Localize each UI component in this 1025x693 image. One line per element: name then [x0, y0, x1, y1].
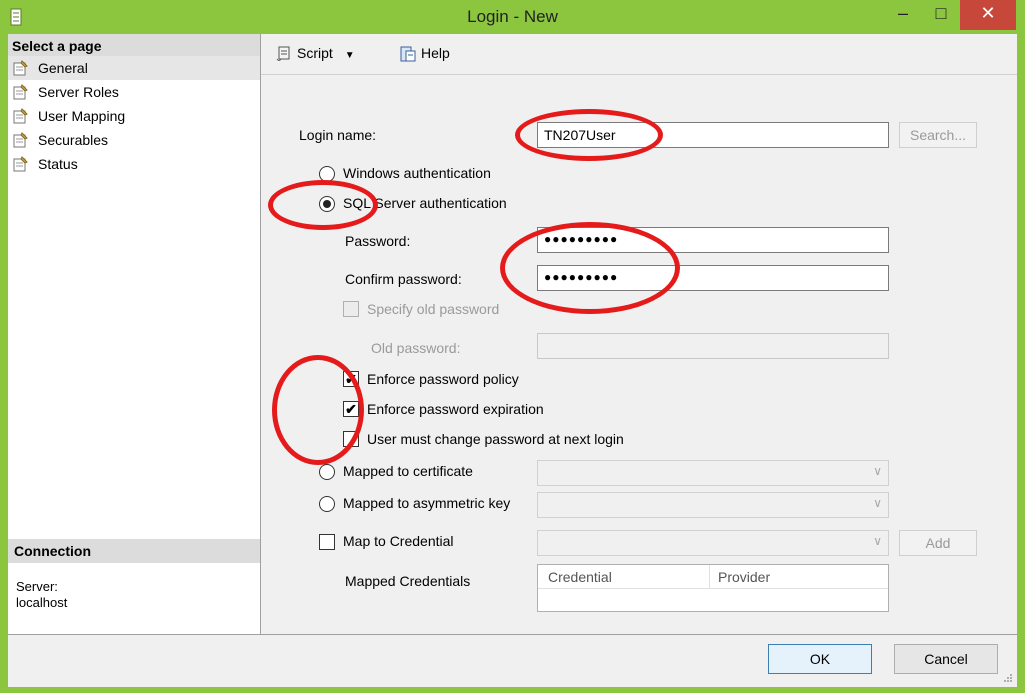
windows-auth-label: Windows authentication: [343, 165, 491, 181]
login-name-label: Login name:: [299, 127, 377, 143]
mapped-credentials-grid[interactable]: Credential Provider: [537, 564, 889, 612]
map-credential-checkbox[interactable]: [319, 534, 335, 550]
old-password-input[interactable]: [537, 333, 889, 359]
enforce-expiration-label: Enforce password expiration: [367, 401, 544, 417]
must-change-checkbox[interactable]: [343, 431, 359, 447]
page-wrench-icon: [13, 60, 28, 76]
chevron-down-icon: ∨: [873, 534, 882, 548]
mapped-asym-label: Mapped to asymmetric key: [343, 495, 511, 511]
chevron-down-icon: ∨: [873, 496, 882, 510]
grid-column-credential[interactable]: Credential: [538, 565, 710, 589]
toolbar: Script ▼ Help: [261, 34, 1017, 75]
page-list: General Server Roles User Mapping Securable…: [8, 56, 260, 176]
minimize-icon: –: [897, 3, 908, 23]
page-item-securables[interactable]: Securables: [8, 128, 260, 152]
mapped-asym-radio[interactable]: [319, 496, 335, 512]
page-item-general[interactable]: General: [8, 56, 260, 80]
sql-auth-radio[interactable]: [319, 196, 335, 212]
connection-header: Connection: [8, 539, 260, 563]
map-credential-label: Map to Credential: [343, 533, 454, 549]
select-page-header: Select a page: [8, 34, 260, 56]
sql-auth-label: SQL Server authentication: [343, 195, 507, 211]
radio-selected-dot: [323, 200, 331, 208]
page-item-user-mapping[interactable]: User Mapping: [8, 104, 260, 128]
add-credential-button[interactable]: Add: [899, 530, 977, 556]
credential-select[interactable]: ∨: [537, 530, 889, 556]
script-icon: [276, 46, 290, 62]
page-wrench-icon: [13, 132, 28, 148]
enforce-expiration-checkbox[interactable]: ✔: [343, 401, 359, 417]
page-item-label: General: [38, 60, 88, 76]
page-selector-pane: Select a page General Server Roles User Ma…: [8, 34, 261, 634]
page-wrench-icon: [13, 84, 28, 100]
help-icon: [400, 46, 416, 62]
cancel-button[interactable]: Cancel: [894, 644, 998, 674]
confirm-password-label: Confirm password:: [345, 271, 462, 287]
dialog-footer: OK Cancel: [8, 634, 1017, 687]
maximize-button[interactable]: □: [922, 0, 960, 30]
close-button[interactable]: ✕: [960, 0, 1016, 30]
script-dropdown-icon[interactable]: ▼: [345, 50, 355, 61]
page-item-label: Status: [38, 156, 78, 172]
password-label: Password:: [345, 233, 411, 249]
specify-old-password-checkbox[interactable]: [343, 301, 359, 317]
minimize-button[interactable]: –: [884, 0, 922, 30]
page-item-label: Server Roles: [38, 84, 119, 100]
help-button[interactable]: Help: [399, 42, 450, 64]
enforce-policy-checkbox[interactable]: ✔: [343, 371, 359, 387]
certificate-select[interactable]: ∨: [537, 460, 889, 486]
password-input[interactable]: ●●●●●●●●●: [537, 227, 889, 253]
page-wrench-icon: [13, 108, 28, 124]
must-change-label: User must change password at next login: [367, 431, 624, 447]
dialog-client: Select a page General Server Roles User Ma…: [8, 34, 1017, 687]
confirm-password-input[interactable]: ●●●●●●●●●: [537, 265, 889, 291]
ok-button[interactable]: OK: [768, 644, 872, 674]
mapped-cert-label: Mapped to certificate: [343, 463, 473, 479]
windows-auth-radio[interactable]: [319, 166, 335, 182]
old-password-label: Old password:: [371, 340, 461, 356]
page-item-label: Securables: [38, 132, 109, 148]
server-label: Server:: [16, 579, 58, 594]
connection-info: Server: localhost: [8, 569, 67, 611]
grid-column-provider[interactable]: Provider: [710, 565, 888, 589]
asymmetric-key-select[interactable]: ∨: [537, 492, 889, 518]
page-item-status[interactable]: Status: [8, 152, 260, 176]
title-bar[interactable]: Login - New – □ ✕: [0, 0, 1025, 34]
mapped-credentials-label: Mapped Credentials: [345, 573, 471, 589]
chevron-down-icon: ∨: [873, 464, 882, 478]
help-label: Help: [421, 45, 450, 61]
enforce-policy-label: Enforce password policy: [367, 371, 519, 387]
maximize-icon: □: [935, 3, 947, 23]
login-name-input[interactable]: TN207User: [537, 122, 889, 148]
server-value: localhost: [16, 595, 68, 610]
general-page-form: Login name: TN207User Search... Windows …: [261, 75, 1017, 634]
script-button[interactable]: Script ▼: [275, 42, 355, 64]
search-button[interactable]: Search...: [899, 122, 977, 148]
page-wrench-icon: [13, 156, 28, 172]
mapped-cert-radio[interactable]: [319, 464, 335, 480]
page-item-label: User Mapping: [38, 108, 126, 124]
script-label: Script: [297, 45, 333, 61]
specify-old-password-label: Specify old password: [367, 301, 500, 317]
window-title: Login - New: [467, 7, 558, 26]
resize-grip-icon[interactable]: [1003, 673, 1013, 683]
close-icon: ✕: [980, 3, 996, 23]
window-frame: Login - New – □ ✕ Select a page General S…: [0, 0, 1025, 693]
page-item-server-roles[interactable]: Server Roles: [8, 80, 260, 104]
